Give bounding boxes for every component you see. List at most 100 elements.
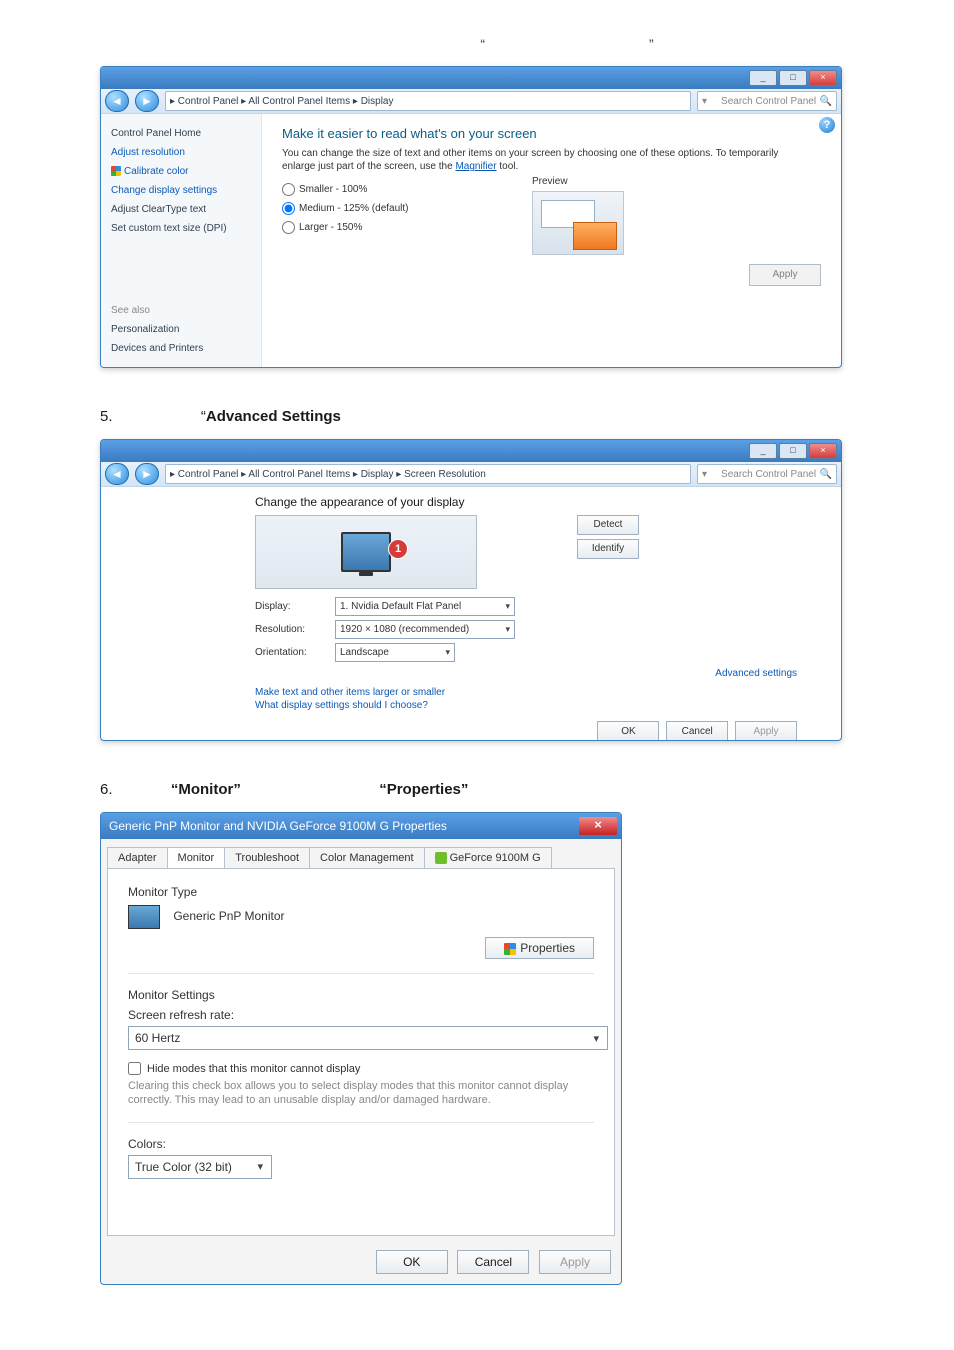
back-icon[interactable]: ◄: [105, 463, 129, 485]
display-value: 1. Nvidia Default Flat Panel: [340, 601, 461, 612]
sidebar-home[interactable]: Control Panel Home: [111, 128, 251, 139]
titlebar: _ □ ×: [101, 67, 841, 89]
sidebar: Control Panel Home Adjust resolution Cal…: [101, 114, 262, 368]
breadcrumb[interactable]: ▸ Control Panel ▸ All Control Panel Item…: [165, 91, 691, 111]
ok-button[interactable]: OK: [376, 1250, 448, 1274]
monitor-icon: [128, 905, 160, 929]
navbar: ◄ ► ▸ Control Panel ▸ All Control Panel …: [101, 462, 841, 487]
close-quote: ”: [649, 36, 654, 52]
orientation-label: Orientation:: [255, 647, 335, 658]
display-combo[interactable]: 1. Nvidia Default Flat Panel: [335, 597, 515, 616]
monitor-type-heading: Monitor Type: [128, 885, 594, 899]
tab-body: Monitor Type Generic PnP Monitor Propert…: [107, 868, 615, 1236]
titlebar: _ □ ×: [101, 440, 841, 462]
preview-label: Preview: [532, 176, 652, 187]
page-title: Make it easier to read what's on your sc…: [282, 126, 811, 141]
hide-modes-hint: Clearing this check box allows you to se…: [128, 1079, 594, 1108]
page-title: Change the appearance of your display: [255, 495, 827, 509]
tab-geforce[interactable]: GeForce 9100M G: [424, 847, 552, 868]
close-button[interactable]: ×: [809, 443, 837, 459]
orientation-combo[interactable]: Landscape: [335, 643, 455, 662]
refresh-rate-combo[interactable]: 60 Hertz: [128, 1026, 608, 1050]
apply-button[interactable]: Apply: [749, 264, 821, 286]
monitor-preview: 1: [255, 515, 477, 589]
display-label: Display:: [255, 601, 335, 612]
apply-button[interactable]: Apply: [735, 721, 797, 741]
radio-smaller[interactable]: [282, 183, 295, 196]
max-button[interactable]: □: [779, 443, 807, 459]
sidebar-personalization[interactable]: Personalization: [111, 324, 251, 335]
back-icon[interactable]: ◄: [105, 90, 129, 112]
sidebar-calibrate-color[interactable]: Calibrate color: [111, 166, 251, 177]
radio-larger[interactable]: [282, 221, 295, 234]
monitor-number-badge: 1: [388, 539, 408, 559]
min-button[interactable]: _: [749, 443, 777, 459]
breadcrumb-text: ▸ Control Panel ▸ All Control Panel Item…: [170, 96, 394, 107]
colors-value: True Color (32 bit): [135, 1160, 232, 1174]
close-button[interactable]: ×: [809, 70, 837, 86]
identify-button[interactable]: Identify: [577, 539, 639, 559]
search-input[interactable]: ▾ Search Control Panel 🔍: [697, 91, 837, 111]
breadcrumb[interactable]: ▸ Control Panel ▸ All Control Panel Item…: [165, 464, 691, 484]
sidebar-change-display-settings[interactable]: Change display settings: [111, 185, 251, 196]
hide-modes-checkbox[interactable]: [128, 1062, 141, 1075]
sidebar-devices-printers[interactable]: Devices and Printers: [111, 343, 251, 354]
document-page: “ ” _ □ × ◄ ► ▸ Control Panel ▸ All Cont…: [0, 0, 954, 1345]
dialog-button-row: OK Cancel Apply: [101, 1242, 621, 1284]
sidebar-cleartype[interactable]: Adjust ClearType text: [111, 204, 251, 215]
step6-monitor: “Monitor”: [171, 781, 241, 798]
preview-pane: Preview: [532, 176, 652, 255]
breadcrumb-text: ▸ Control Panel ▸ All Control Panel Item…: [170, 469, 486, 480]
tab-troubleshoot[interactable]: Troubleshoot: [224, 847, 310, 868]
divider: [128, 973, 594, 974]
tab-monitor[interactable]: Monitor: [167, 847, 226, 868]
orientation-value: Landscape: [340, 647, 389, 658]
which-settings-link[interactable]: What display settings should I choose?: [255, 700, 827, 711]
cancel-button[interactable]: Cancel: [457, 1250, 529, 1274]
refresh-value: 60 Hertz: [135, 1031, 180, 1045]
search-placeholder: Search Control Panel: [721, 469, 816, 480]
detect-button[interactable]: Detect: [577, 515, 639, 535]
colors-combo[interactable]: True Color (32 bit): [128, 1155, 272, 1179]
max-button[interactable]: □: [779, 70, 807, 86]
ok-button[interactable]: OK: [597, 721, 659, 741]
step5-num: 5.: [100, 408, 113, 425]
search-icon: 🔍: [820, 469, 832, 480]
step6-num: 6.: [100, 781, 113, 798]
magnifier-link[interactable]: Magnifier: [455, 161, 496, 172]
search-input[interactable]: ▾ Search Control Panel 🔍: [697, 464, 837, 484]
step5-quoted: Advanced Settings: [206, 408, 341, 425]
desc-pre: You can change the size of text and othe…: [282, 148, 778, 172]
apply-button[interactable]: Apply: [539, 1250, 611, 1274]
sidebar-custom-dpi[interactable]: Set custom text size (DPI): [111, 223, 251, 234]
min-button[interactable]: _: [749, 70, 777, 86]
monitor-settings-heading: Monitor Settings: [128, 988, 594, 1002]
cancel-button[interactable]: Cancel: [666, 721, 728, 741]
monitor-name: Generic PnP Monitor: [173, 909, 284, 923]
medium-label: Medium - 125% (default): [299, 203, 409, 214]
hide-modes-label: Hide modes that this monitor cannot disp…: [147, 1063, 360, 1075]
display-content: Make it easier to read what's on your sc…: [262, 114, 841, 368]
description: You can change the size of text and othe…: [282, 147, 811, 173]
forward-icon[interactable]: ►: [135, 90, 159, 112]
resolution-value: 1920 × 1080 (recommended): [340, 624, 469, 635]
navbar: ◄ ► ▸ Control Panel ▸ All Control Panel …: [101, 89, 841, 114]
resolution-combo[interactable]: 1920 × 1080 (recommended): [335, 620, 515, 639]
intro-quotes: “ ”: [280, 36, 854, 52]
tab-adapter[interactable]: Adapter: [107, 847, 168, 868]
screen-resolution-window: _ □ × ◄ ► ▸ Control Panel ▸ All Control …: [100, 439, 842, 741]
step5-caption: 5. “Advanced Settings: [100, 408, 854, 425]
forward-icon[interactable]: ►: [135, 463, 159, 485]
properties-button[interactable]: Properties: [485, 937, 594, 959]
smaller-label: Smaller - 100%: [299, 184, 367, 195]
tab-color-management[interactable]: Color Management: [309, 847, 425, 868]
hide-modes-checkbox-row[interactable]: Hide modes that this monitor cannot disp…: [128, 1062, 594, 1075]
larger-smaller-link[interactable]: Make text and other items larger or smal…: [255, 687, 827, 698]
radio-medium[interactable]: [282, 202, 295, 215]
dialog-title: Generic PnP Monitor and NVIDIA GeForce 9…: [109, 819, 579, 833]
close-button[interactable]: ×: [579, 817, 617, 835]
larger-label: Larger - 150%: [299, 222, 362, 233]
sidebar-adjust-resolution[interactable]: Adjust resolution: [111, 147, 251, 158]
monitor-item: Generic PnP Monitor: [128, 905, 594, 929]
advanced-settings-link[interactable]: Advanced settings: [255, 668, 797, 679]
